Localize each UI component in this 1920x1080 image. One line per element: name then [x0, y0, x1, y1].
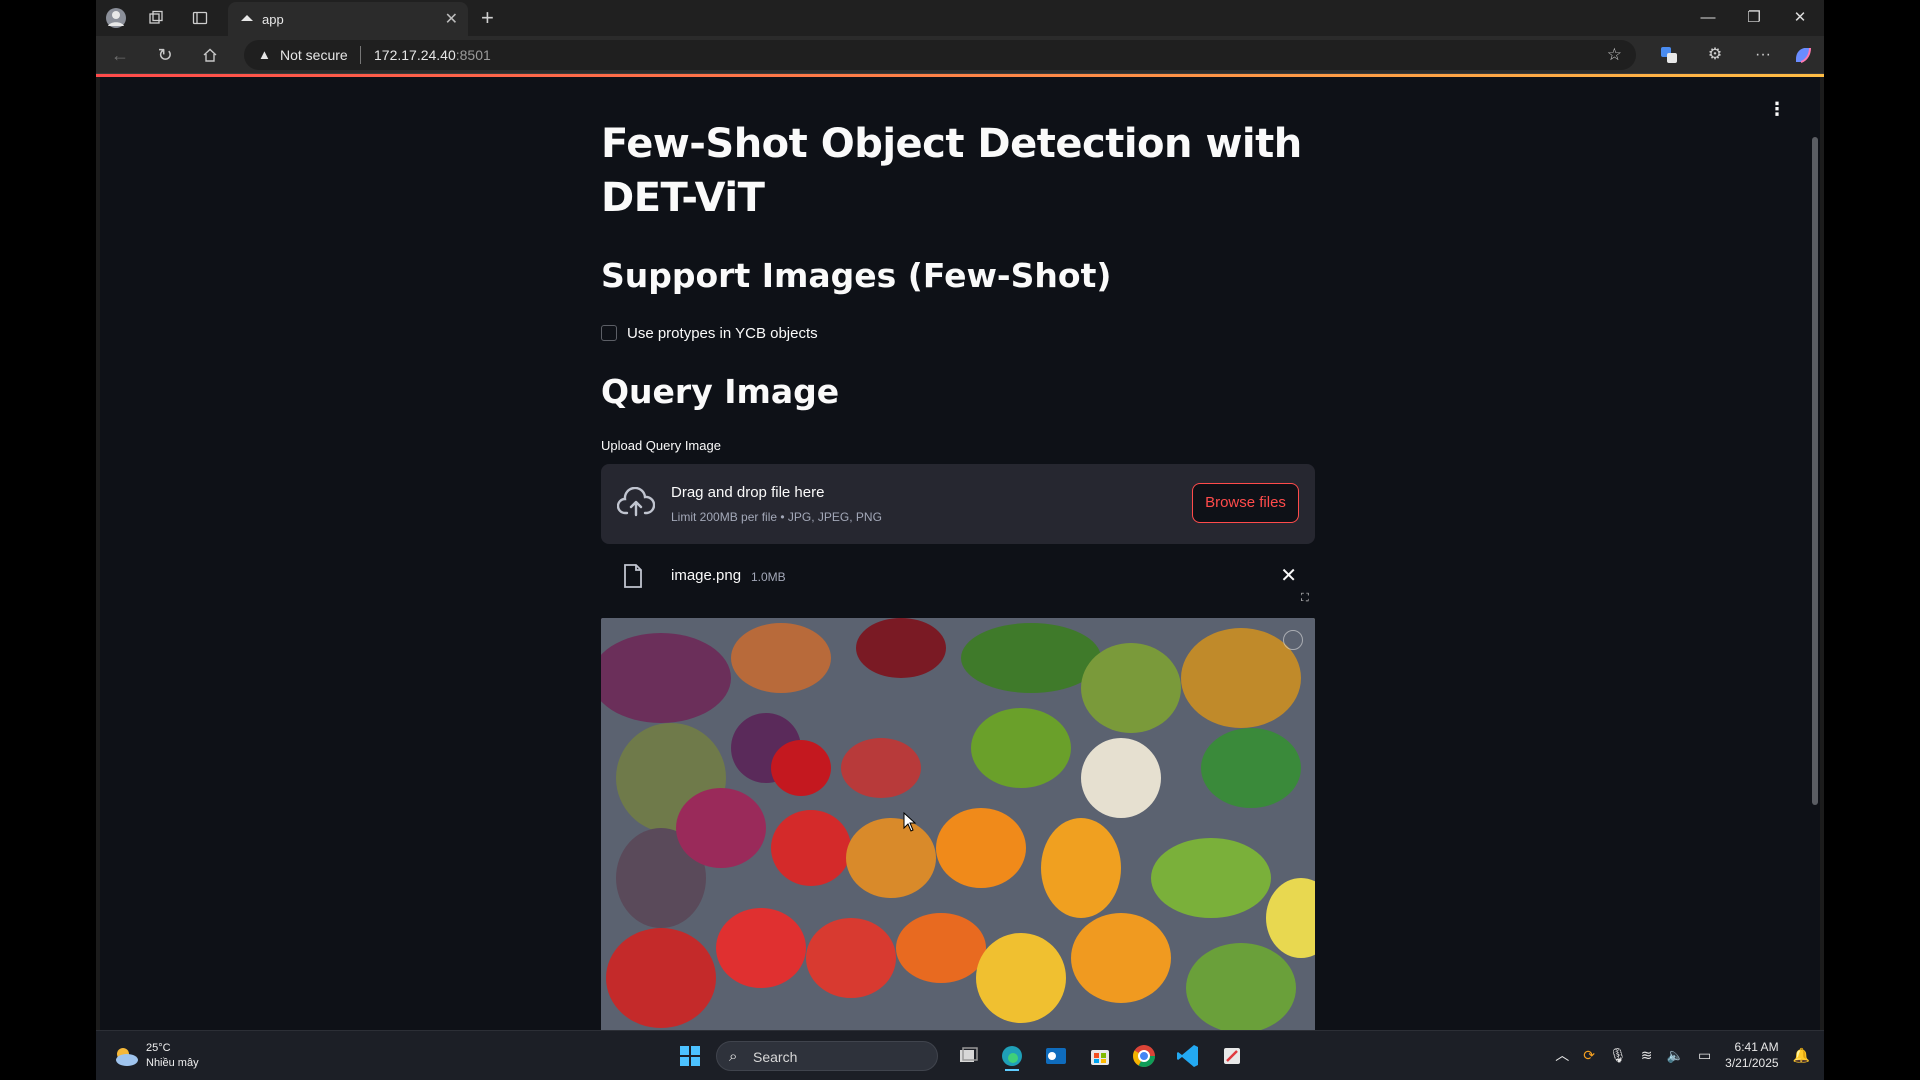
clock-time: 6:41 AM [1734, 1040, 1779, 1054]
workspaces-icon[interactable] [144, 6, 168, 30]
main-menu-icon[interactable]: ⋮ [1768, 99, 1786, 120]
weather-widget[interactable]: 25°C Nhiều mây [112, 1041, 199, 1071]
warning-icon[interactable]: ▲ [258, 47, 271, 62]
tab-title: app [262, 12, 284, 27]
sync-icon[interactable]: ⟳ [1583, 1047, 1595, 1064]
page-title: Few-Shot Object Detection with DET-ViT [601, 121, 1302, 221]
tab-actions-icon[interactable] [188, 6, 212, 30]
reload-icon[interactable]: ↻ [151, 42, 179, 68]
snipping-tool-icon[interactable] [1216, 1040, 1248, 1072]
restore-icon[interactable]: ❐ [1734, 6, 1774, 30]
weather-desc: Nhiều mây [146, 1057, 199, 1069]
uploaded-file-size: 1.0MB [751, 570, 786, 584]
address-toolbar: ← ↻ ▲ Not secure 172.17.24.40:8501 ☆ ⚙ ·… [96, 36, 1824, 74]
remove-file-icon[interactable]: ✕ [1280, 563, 1297, 588]
task-view-icon[interactable] [952, 1040, 984, 1072]
chrome-icon[interactable] [1128, 1040, 1160, 1072]
browse-files-button[interactable]: Browse files [1192, 483, 1299, 523]
support-images-heading: Support Images (Few-Shot) [601, 256, 1112, 295]
query-image-heading: Query Image [601, 372, 840, 411]
extensions-icon[interactable]: ⚙ [1700, 42, 1730, 68]
streamlit-favicon-icon [241, 15, 253, 21]
clock[interactable]: 6:41 AM 3/21/2025 [1725, 1039, 1778, 1071]
address-separator [360, 46, 361, 64]
taskbar-search[interactable]: ⌕ Search [716, 1041, 938, 1071]
close-window-icon[interactable]: ✕ [1780, 6, 1820, 30]
edge-taskbar-icon[interactable] [996, 1040, 1028, 1072]
outlook-icon[interactable] [1040, 1040, 1072, 1072]
dropzone-title: Drag and drop file here [671, 484, 825, 501]
dropzone-subtitle: Limit 200MB per file • JPG, JPEG, PNG [671, 510, 882, 524]
cloudy-weather-icon [116, 1048, 138, 1066]
vegetables-photo [601, 618, 1315, 1030]
weather-temp: 25°C [146, 1042, 171, 1054]
more-menu-icon[interactable]: ··· [1748, 42, 1778, 68]
uploaded-file-row: image.png 1.0MB ✕ [601, 557, 1315, 597]
tray-overflow-chevron-icon[interactable]: ︿ [1555, 1045, 1569, 1065]
favorite-star-icon[interactable]: ☆ [1607, 45, 1622, 65]
file-dropzone[interactable]: Drag and drop file here Limit 200MB per … [601, 464, 1315, 544]
microsoft-store-icon[interactable] [1084, 1040, 1116, 1072]
windows-start-icon[interactable] [674, 1040, 706, 1072]
mouse-cursor-icon [903, 812, 917, 832]
url-text[interactable]: 172.17.24.40:8501 [374, 47, 491, 63]
url-host: 172.17.24.40 [374, 47, 456, 63]
tab-close-icon[interactable]: ✕ [445, 9, 458, 29]
tab-app[interactable]: app ✕ [228, 2, 468, 36]
cloud-upload-icon [617, 487, 655, 517]
translate-icon[interactable] [1654, 42, 1684, 68]
uploader-label: Upload Query Image [601, 438, 721, 453]
url-port: :8501 [455, 47, 491, 63]
wifi-icon[interactable]: ≋ [1641, 1047, 1653, 1064]
tab-bar: app ✕ + — ❐ ✕ [96, 0, 1824, 36]
streamlit-page: ⋮ Few-Shot Object Detection with DET-ViT… [100, 77, 1820, 1030]
back-icon[interactable]: ← [106, 42, 134, 68]
uploaded-file-name: image.png [671, 567, 742, 584]
home-icon[interactable] [196, 42, 224, 68]
minimize-icon[interactable]: — [1688, 6, 1728, 30]
browser-window: app ✕ + — ❐ ✕ ← ↻ ▲ Not secure 172.17.24… [96, 0, 1824, 1030]
fullscreen-icon[interactable]: ⛶ [1301, 592, 1309, 605]
security-label[interactable]: Not secure [280, 47, 348, 63]
prototypes-checkbox-label[interactable]: Use protypes in YCB objects [627, 325, 818, 342]
clock-date: 3/21/2025 [1725, 1056, 1779, 1070]
image-lens-icon[interactable] [1283, 630, 1303, 650]
microphone-icon[interactable]: 🎙 [1609, 1047, 1627, 1064]
vscode-icon[interactable] [1172, 1040, 1204, 1072]
file-icon [624, 564, 642, 588]
prototypes-checkbox-row[interactable]: Use protypes in YCB objects [601, 322, 818, 344]
system-tray: ︿ ⟳ 🎙 ≋ 🔈 ▭ 6:41 AM 3/21/2025 🔔 [1555, 1039, 1810, 1071]
copilot-icon[interactable] [1788, 42, 1818, 68]
screen: app ✕ + — ❐ ✕ ← ↻ ▲ Not secure 172.17.24… [0, 0, 1920, 1080]
taskbar-search-label: Search [753, 1049, 798, 1065]
battery-icon[interactable]: ▭ [1698, 1047, 1711, 1064]
windows-taskbar: 25°C Nhiều mây ⌕ Search ︿ ⟳ 🎙 ≋ 🔈 ▭ 6:41… [96, 1030, 1824, 1080]
page-scrollbar[interactable] [1812, 137, 1818, 805]
notifications-icon[interactable]: 🔔 [1793, 1047, 1810, 1064]
profile-avatar-icon[interactable] [104, 6, 128, 30]
new-tab-icon[interactable]: + [481, 5, 494, 31]
prototypes-checkbox[interactable] [601, 325, 617, 341]
address-bar[interactable]: ▲ Not secure 172.17.24.40:8501 ☆ [244, 40, 1636, 70]
volume-icon[interactable]: 🔈 [1667, 1047, 1684, 1064]
search-icon: ⌕ [729, 1048, 738, 1065]
query-image-preview [601, 618, 1315, 1030]
